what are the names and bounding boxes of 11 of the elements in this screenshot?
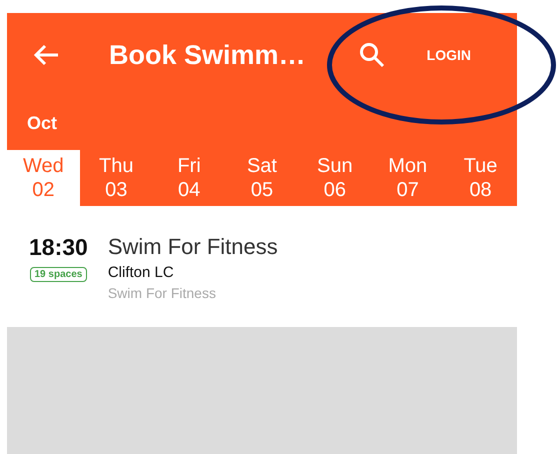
spaces-badge: 19 spaces <box>30 267 88 282</box>
month-label: Oct <box>26 112 58 135</box>
page-title: Book Swimm… <box>109 40 306 70</box>
session-title: Swim For Fitness <box>108 234 278 260</box>
session-time: 18:30 <box>29 234 88 261</box>
session-category: Swim For Fitness <box>108 285 217 301</box>
search-icon[interactable] <box>358 42 385 68</box>
venue-name: Clifton LC <box>108 264 175 281</box>
day-tab[interactable]: Wed 02 <box>7 150 80 206</box>
back-arrow-icon[interactable] <box>33 44 59 66</box>
login-button[interactable]: LOGIN <box>422 43 475 67</box>
